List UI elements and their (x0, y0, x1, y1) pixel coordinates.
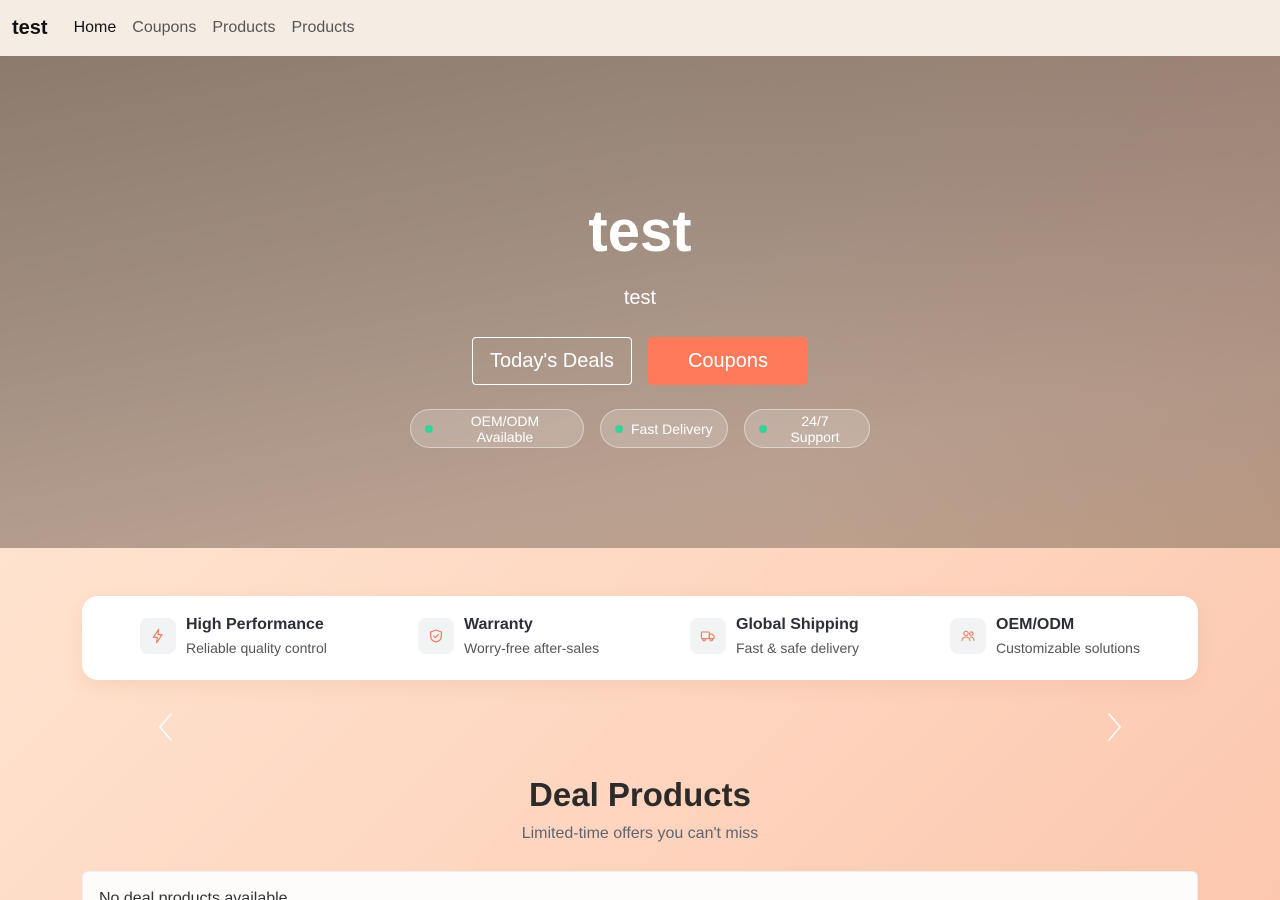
coupons-button[interactable]: Coupons (648, 337, 808, 385)
feature-desc: Worry-free after-sales (464, 640, 600, 656)
status-dot-icon (425, 424, 433, 433)
shield-check-icon (418, 618, 454, 654)
truck-icon (690, 618, 726, 654)
badge-label: 24/7 Support (790, 412, 840, 445)
hero-title: test (588, 199, 692, 264)
feature-high-performance: High Performance Reliable quality contro… (140, 615, 327, 656)
carousel-prev-arrow[interactable] (156, 712, 176, 742)
feature-title: High Performance (186, 616, 324, 633)
content-section: High Performance Reliable quality contro… (0, 548, 1280, 900)
status-dot-icon (615, 424, 623, 433)
feature-title: Global Shipping (736, 616, 859, 633)
feature-title: OEM/ODM (996, 616, 1075, 633)
feature-desc: Customizable solutions (996, 640, 1140, 656)
empty-state-text: No deal products available (99, 890, 288, 900)
deal-products-title: Deal Products (529, 776, 751, 813)
chevron-right-icon (1108, 713, 1121, 741)
lightning-icon (140, 618, 176, 654)
badge-oem-odm: OEM/ODM Available (410, 409, 584, 448)
badge-fast-delivery: Fast Delivery (600, 409, 728, 448)
hero-banner: test test Today's Deals Coupons OEM/ODM … (0, 56, 1280, 548)
top-navbar: test Home Coupons Products Products (0, 0, 1280, 56)
hero-subtitle: test (623, 287, 657, 309)
nav-link-coupons[interactable]: Coupons (132, 19, 196, 37)
nav-link-products-2[interactable]: Products (291, 19, 354, 37)
users-icon (950, 618, 986, 654)
status-dot-icon (759, 424, 767, 433)
nav-link-products[interactable]: Products (212, 19, 275, 37)
nav-link-home[interactable]: Home (74, 19, 117, 37)
feature-desc: Fast & safe delivery (736, 640, 859, 656)
badge-label: OEM/ODM Available (470, 412, 540, 445)
deal-products-empty-state: No deal products available (82, 871, 1198, 900)
badge-support: 24/7 Support (744, 409, 870, 448)
feature-title: Warranty (464, 616, 533, 633)
feature-oem-odm: OEM/ODM Customizable solutions (950, 615, 1140, 656)
carousel-next-arrow[interactable] (1104, 712, 1124, 742)
brand-logo[interactable]: test (12, 17, 48, 40)
todays-deals-button[interactable]: Today's Deals (472, 337, 632, 385)
chevron-left-icon (159, 713, 172, 741)
badge-label: Fast Delivery (631, 420, 713, 437)
features-card: High Performance Reliable quality contro… (82, 596, 1198, 680)
feature-global-shipping: Global Shipping Fast & safe delivery (690, 615, 859, 656)
deal-products-subtitle: Limited-time offers you can't miss (521, 825, 759, 842)
feature-desc: Reliable quality control (186, 640, 327, 656)
feature-warranty: Warranty Worry-free after-sales (418, 615, 599, 656)
